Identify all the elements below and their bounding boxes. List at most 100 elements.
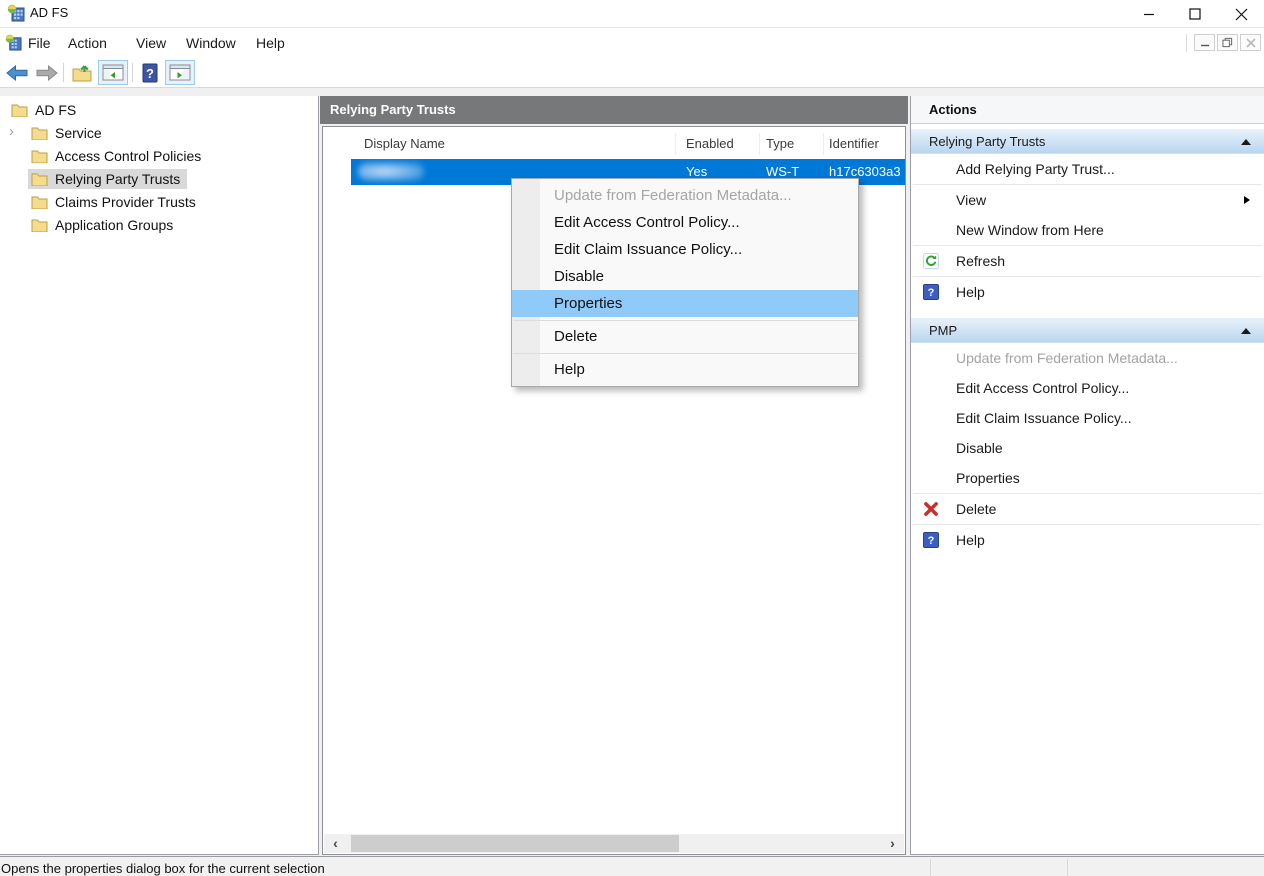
context-disable[interactable]: Disable bbox=[512, 263, 858, 290]
chevron-right-icon[interactable]: › bbox=[9, 121, 14, 144]
action-disable[interactable]: Disable bbox=[911, 433, 1264, 463]
status-bar-divider bbox=[1067, 859, 1068, 876]
actions-section-relying-party-trusts[interactable]: Relying Party Trusts bbox=[911, 128, 1264, 154]
tree-item-service[interactable]: › Service bbox=[0, 121, 318, 144]
column-type[interactable]: Type bbox=[766, 131, 794, 157]
child-restore-button[interactable] bbox=[1217, 34, 1238, 51]
submenu-arrow-icon bbox=[1244, 196, 1250, 204]
action-item-label: View bbox=[956, 192, 986, 208]
adfs-snapin-icon bbox=[5, 34, 22, 51]
child-restore-icon bbox=[1222, 37, 1233, 48]
refresh-icon bbox=[923, 253, 939, 269]
context-edit-claim-issuance-policy[interactable]: Edit Claim Issuance Policy... bbox=[512, 236, 858, 263]
status-bar: Opens the properties dialog box for the … bbox=[0, 856, 1264, 876]
context-menu-separator bbox=[513, 353, 857, 354]
action-edit-access-control-policy[interactable]: Edit Access Control Policy... bbox=[911, 373, 1264, 403]
scrollbar-thumb[interactable] bbox=[351, 835, 679, 852]
child-minimize-button[interactable] bbox=[1194, 34, 1215, 51]
action-item-label: Help bbox=[956, 532, 985, 548]
forward-button[interactable] bbox=[33, 60, 60, 85]
child-minimize-icon bbox=[1200, 38, 1210, 48]
action-item-label: Edit Access Control Policy... bbox=[956, 380, 1129, 396]
title-bar: AD FS bbox=[0, 0, 1264, 28]
menu-view[interactable]: View bbox=[136, 28, 166, 58]
redacted-display-name bbox=[358, 162, 424, 181]
action-help-pmp[interactable]: ? Help bbox=[911, 525, 1264, 555]
tree-item-adfs-root[interactable]: AD FS bbox=[0, 98, 318, 121]
context-update-from-federation-metadata: Update from Federation Metadata... bbox=[512, 182, 858, 209]
actions-pane-title: Actions bbox=[911, 96, 1264, 124]
menu-help[interactable]: Help bbox=[256, 28, 285, 58]
folder-icon bbox=[31, 218, 48, 232]
action-properties[interactable]: Properties bbox=[911, 463, 1264, 493]
folder-icon bbox=[31, 172, 48, 186]
folder-icon bbox=[31, 195, 48, 209]
action-item-label: Add Relying Party Trust... bbox=[956, 161, 1115, 177]
svg-text:?: ? bbox=[928, 535, 935, 547]
svg-text:?: ? bbox=[146, 66, 154, 81]
action-item-label: Delete bbox=[956, 501, 996, 517]
actions-section-pmp[interactable]: PMP bbox=[911, 317, 1264, 343]
action-delete[interactable]: Delete bbox=[911, 494, 1264, 524]
child-close-icon bbox=[1246, 38, 1256, 48]
column-enabled[interactable]: Enabled bbox=[686, 131, 734, 157]
actions-section-title: PMP bbox=[929, 323, 957, 338]
action-add-relying-party-trust[interactable]: Add Relying Party Trust... bbox=[911, 154, 1264, 184]
status-text: Opens the properties dialog box for the … bbox=[1, 861, 325, 876]
up-folder-icon bbox=[71, 63, 93, 82]
child-window-controls bbox=[1186, 34, 1261, 52]
tree-item-label: Application Groups bbox=[55, 217, 173, 233]
context-edit-access-control-policy[interactable]: Edit Access Control Policy... bbox=[512, 209, 858, 236]
menu-file[interactable]: File bbox=[28, 28, 51, 58]
action-refresh[interactable]: Refresh bbox=[911, 246, 1264, 276]
tree-item-label: Claims Provider Trusts bbox=[55, 194, 196, 210]
collapse-arrow-icon[interactable] bbox=[1241, 139, 1251, 145]
menu-action[interactable]: Action bbox=[68, 28, 107, 58]
action-help[interactable]: ? Help bbox=[911, 277, 1264, 307]
close-icon bbox=[1235, 8, 1248, 21]
column-identifier[interactable]: Identifier bbox=[829, 131, 879, 157]
context-delete[interactable]: Delete bbox=[512, 323, 858, 350]
context-item-label: Update from Federation Metadata... bbox=[554, 187, 792, 204]
tree-item-application-groups[interactable]: Application Groups bbox=[0, 213, 318, 236]
action-view[interactable]: View bbox=[911, 185, 1264, 215]
help-button[interactable]: ? bbox=[138, 60, 162, 85]
action-item-label: New Window from Here bbox=[956, 222, 1104, 238]
help-icon: ? bbox=[923, 532, 939, 548]
collapse-arrow-icon[interactable] bbox=[1241, 328, 1251, 334]
action-item-label: Update from Federation Metadata... bbox=[956, 350, 1178, 366]
action-edit-claim-issuance-policy[interactable]: Edit Claim Issuance Policy... bbox=[911, 403, 1264, 433]
tree-item-relying-party-trusts[interactable]: Relying Party Trusts bbox=[0, 167, 318, 190]
context-help[interactable]: Help bbox=[512, 356, 858, 383]
column-divider bbox=[823, 133, 824, 155]
menu-window[interactable]: Window bbox=[186, 28, 236, 58]
tree-item-claims-provider-trusts[interactable]: Claims Provider Trusts bbox=[0, 190, 318, 213]
action-item-label: Refresh bbox=[956, 253, 1005, 269]
scroll-left-arrow-icon[interactable]: ‹ bbox=[326, 834, 345, 853]
show-console-tree-button[interactable] bbox=[98, 60, 128, 85]
context-item-label: Delete bbox=[554, 328, 597, 345]
back-button[interactable] bbox=[3, 60, 30, 85]
actions-section-title: Relying Party Trusts bbox=[929, 134, 1045, 149]
delete-icon bbox=[923, 501, 939, 517]
horizontal-scrollbar[interactable]: ‹ › bbox=[324, 834, 904, 853]
close-button[interactable] bbox=[1218, 0, 1264, 28]
maximize-button[interactable] bbox=[1172, 0, 1218, 28]
child-close-button[interactable] bbox=[1240, 34, 1261, 51]
toolbar-separator bbox=[63, 63, 64, 82]
up-one-level-button[interactable] bbox=[69, 60, 95, 85]
action-new-window-from-here[interactable]: New Window from Here bbox=[911, 215, 1264, 245]
window-title: AD FS bbox=[30, 5, 68, 20]
scroll-right-arrow-icon[interactable]: › bbox=[883, 834, 902, 853]
action-update-from-federation-metadata: Update from Federation Metadata... bbox=[911, 343, 1264, 373]
context-item-label: Properties bbox=[554, 295, 622, 312]
column-display-name[interactable]: Display Name bbox=[364, 131, 445, 157]
context-item-label: Edit Claim Issuance Policy... bbox=[554, 241, 742, 258]
context-properties[interactable]: Properties bbox=[512, 290, 858, 317]
separator bbox=[1186, 34, 1187, 52]
tree-item-access-control-policies[interactable]: Access Control Policies bbox=[0, 144, 318, 167]
show-action-pane-button[interactable] bbox=[165, 60, 195, 85]
context-item-label: Help bbox=[554, 361, 585, 378]
menu-bar: File Action View Window Help bbox=[0, 28, 1264, 58]
minimize-button[interactable] bbox=[1126, 0, 1172, 28]
